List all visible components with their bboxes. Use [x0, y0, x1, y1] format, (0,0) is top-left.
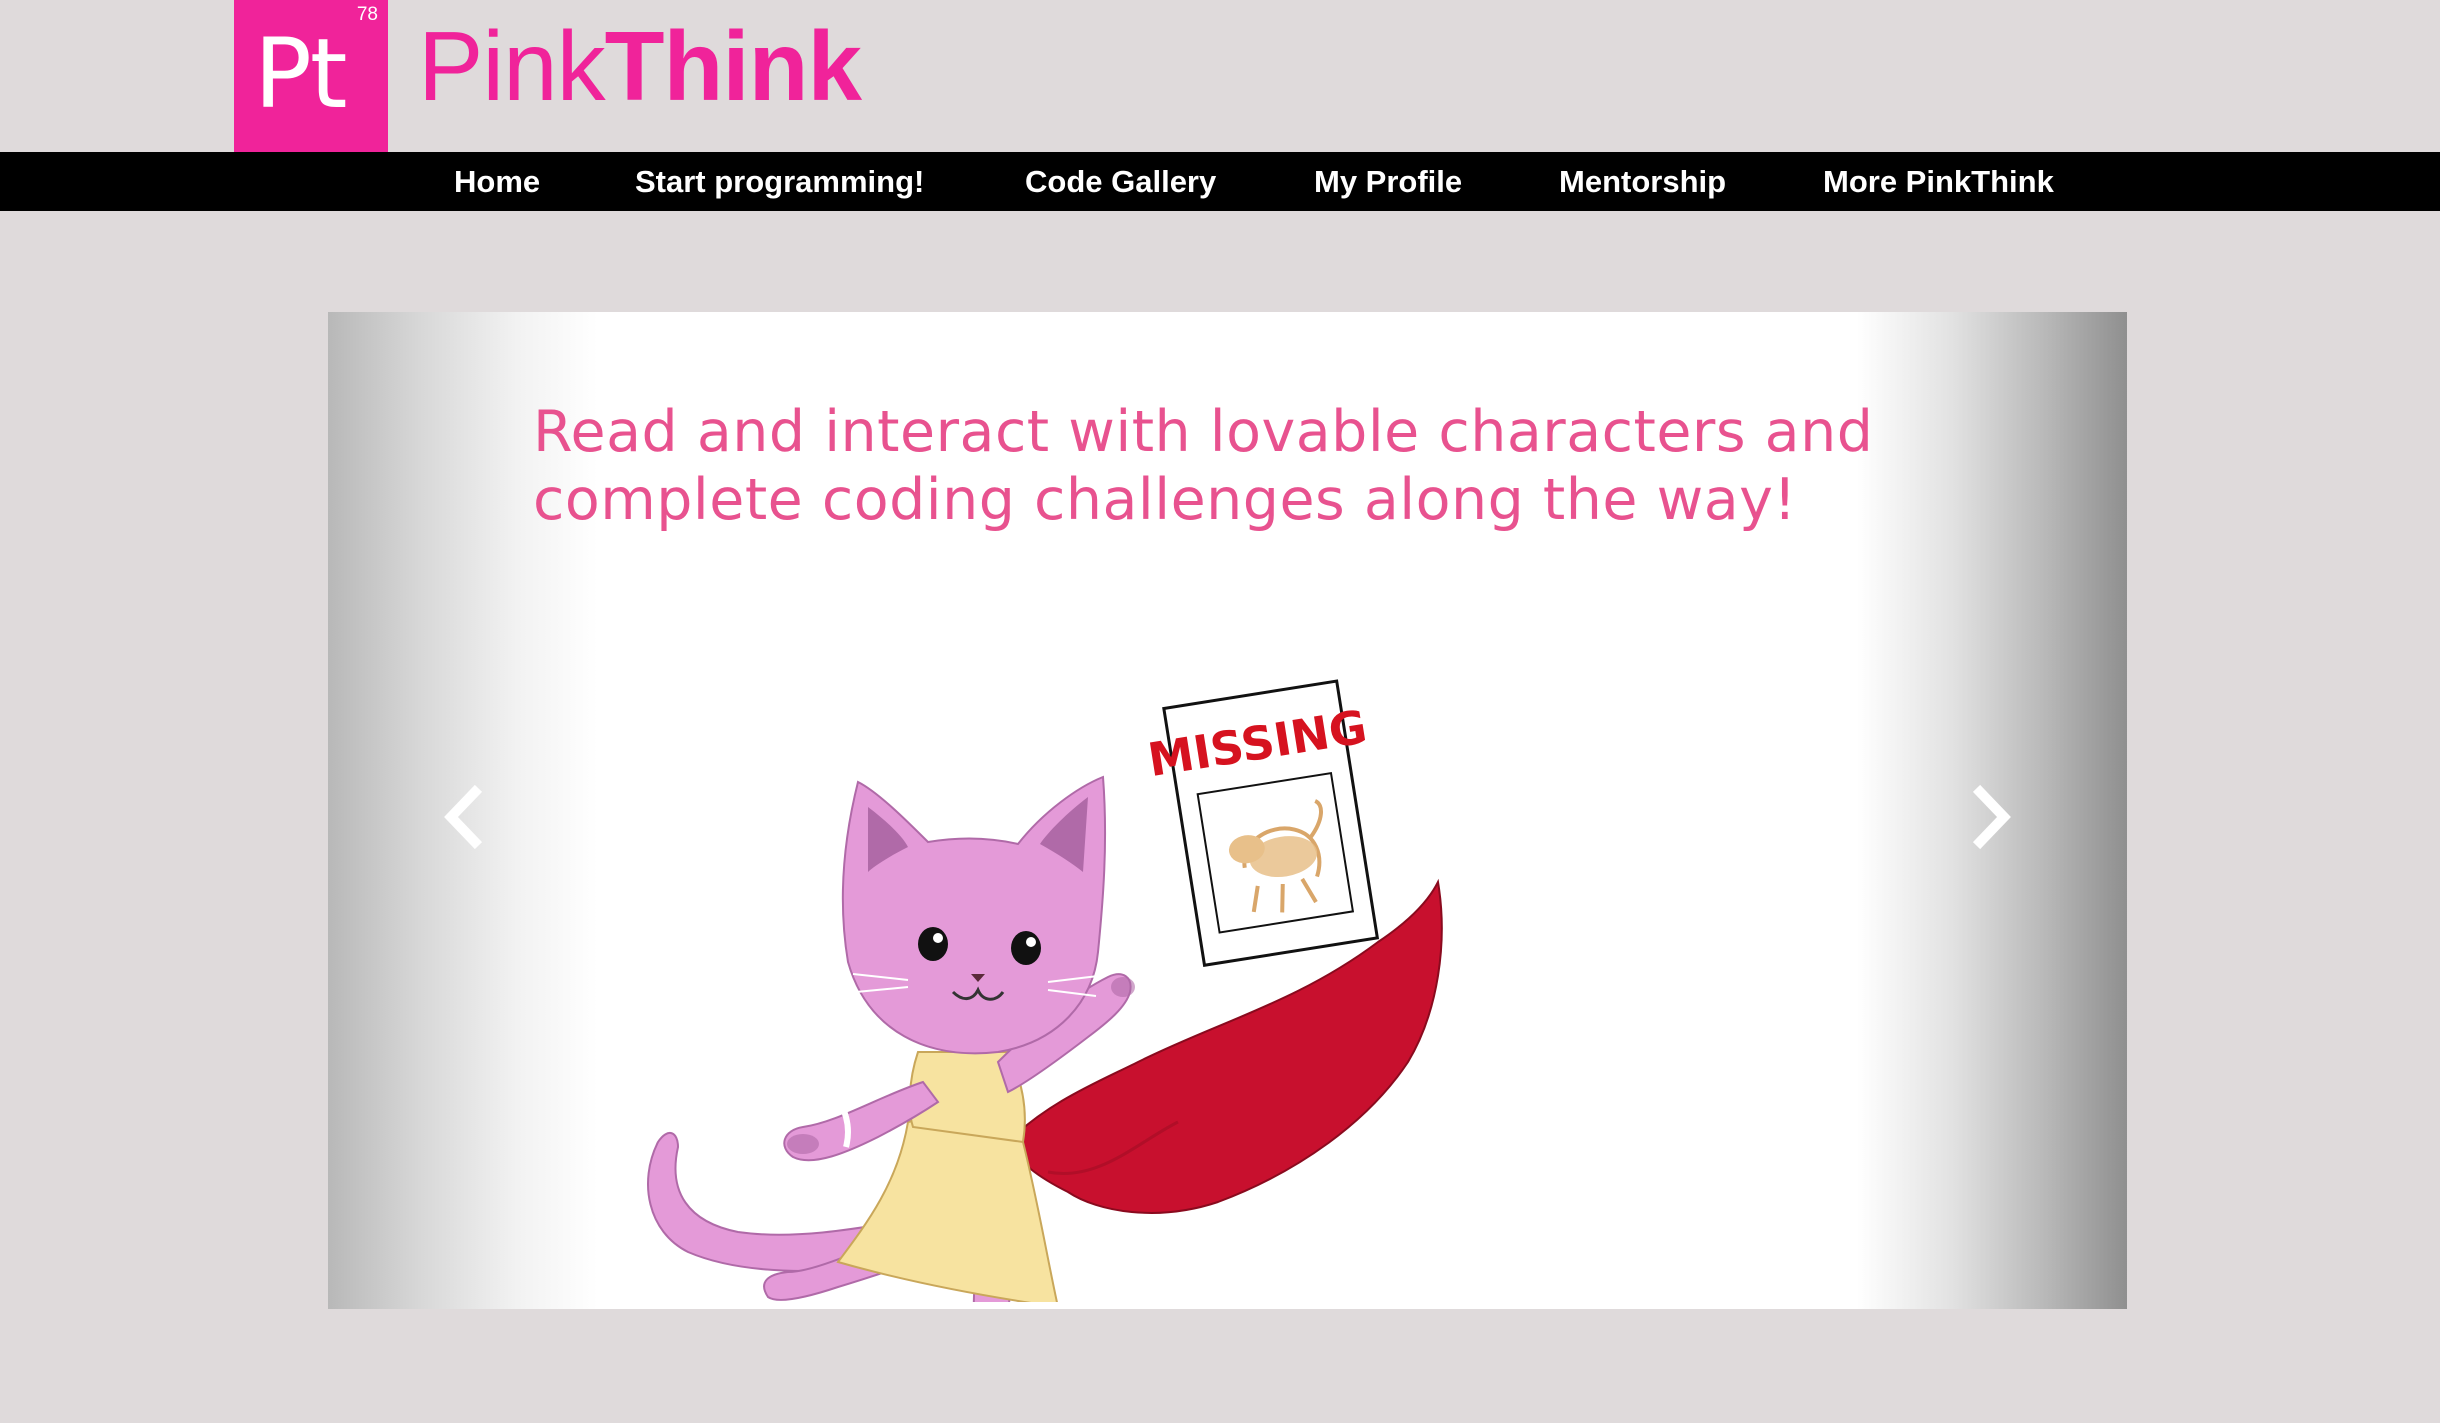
brand-wordmark-light: Pink [418, 11, 606, 121]
logo-symbol: Pt [254, 18, 348, 130]
main-nav: Home Start programming! Code Gallery My … [0, 152, 2440, 211]
brand-wordmark-bold: Think [604, 11, 862, 121]
cat-left-eye [918, 927, 948, 961]
cat-right-eye [1011, 931, 1041, 965]
slide-caption-line-2: complete coding challenges along the way… [533, 467, 1797, 533]
logo-badge[interactable]: 78 Pt [234, 0, 388, 152]
chevron-right-icon[interactable] [1962, 772, 2022, 862]
slide-caption: Read and interact with lovable character… [533, 398, 1933, 534]
nav-item-mentorship[interactable]: Mentorship [1559, 152, 1726, 211]
nav-item-my-profile[interactable]: My Profile [1314, 152, 1462, 211]
slide-caption-line-1: Read and interact with lovable character… [533, 399, 1874, 465]
superhero-cat-illustration: MISSING [647, 679, 1443, 1302]
hero-carousel: Read and interact with lovable character… [328, 312, 2127, 1309]
nav-item-start-programming[interactable]: Start programming! [635, 152, 924, 211]
nav-item-code-gallery[interactable]: Code Gallery [1025, 152, 1216, 211]
brand-wordmark[interactable]: PinkThink [418, 6, 862, 126]
chevron-left-icon[interactable] [433, 772, 493, 862]
nav-item-more-pinkthink[interactable]: More PinkThink [1823, 152, 2054, 211]
nav-item-home[interactable]: Home [454, 152, 540, 211]
logo-atomic-number: 78 [356, 4, 378, 25]
missing-poster: MISSING [1144, 679, 1380, 967]
page: 78 Pt PinkThink Home Start programming! … [0, 0, 2440, 1423]
